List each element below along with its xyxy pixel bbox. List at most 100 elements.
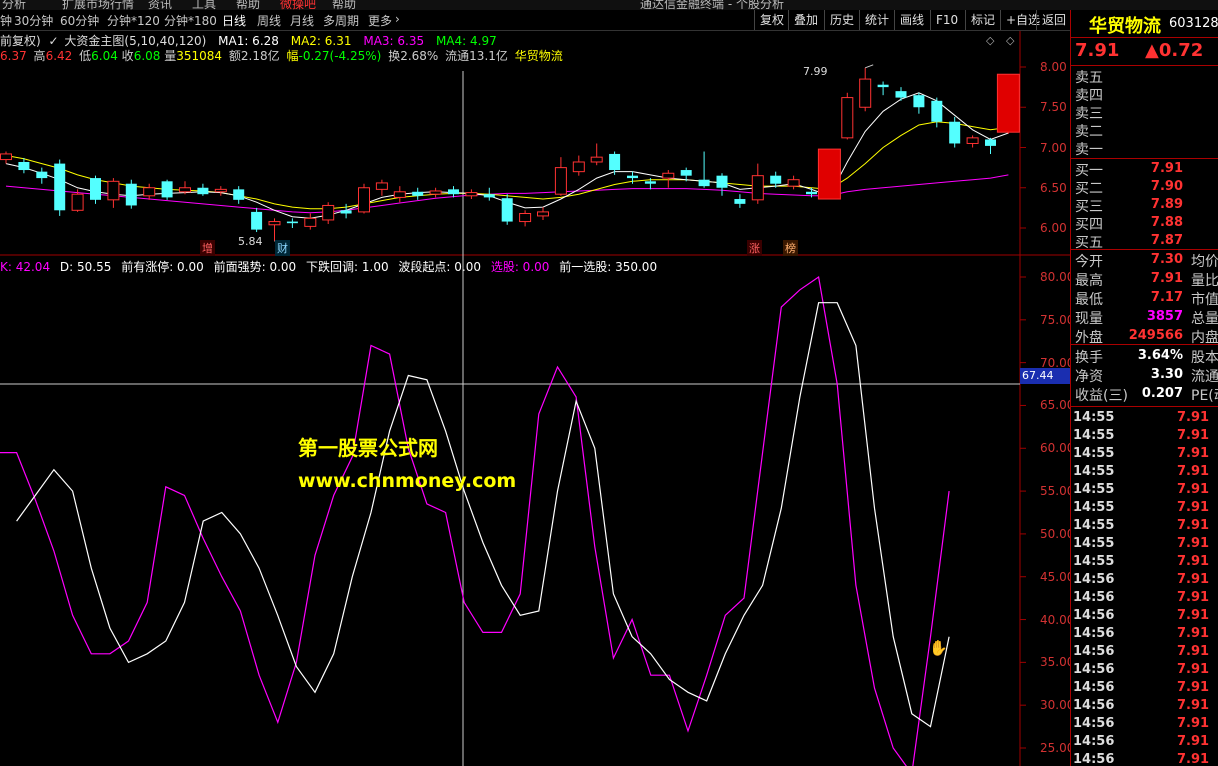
tick-price: 7.91 [1177,662,1210,677]
menu-item[interactable]: 帮助 [236,0,260,10]
tick-price: 7.91 [1177,752,1210,766]
tick-price: 7.91 [1177,698,1210,713]
candle-body-up [143,187,156,197]
tab-period-multi[interactable]: 多周期 [323,12,359,29]
candle-body-down [483,194,495,198]
stat-extra: 总量 [1191,311,1218,327]
buy-row: 买三 7.89 [1071,196,1218,215]
buy-price: 7.91 [1150,161,1183,176]
tab-period-more[interactable]: 更多 [368,12,392,29]
tick-time: 14:55 [1073,500,1115,515]
chart-area[interactable] [0,31,1070,766]
candle-body-down [251,211,263,230]
marker-finance[interactable]: 财 [275,240,290,256]
tick-row: 14:55 7.91 [1071,500,1218,518]
stat-row: 净资 3.30 流通 [1071,366,1218,385]
price-tick-label: 8.00 [1040,60,1067,74]
max-price-label: 7.99 [803,65,828,78]
tab-period-daily[interactable]: 日线 [222,12,246,29]
draw-line-button[interactable]: 画线 [894,10,929,30]
marker-rank[interactable]: 榜 [783,240,798,256]
tick-time: 14:56 [1073,716,1115,731]
buy-price: 7.90 [1150,179,1183,194]
candle-body-up [179,187,191,193]
tick-time: 14:55 [1073,410,1115,425]
candle-body-up [554,167,567,195]
history-button[interactable]: 历史 [824,10,859,30]
stat-value: 0.207 [1141,386,1183,401]
tab-period-30min[interactable]: 30分钟 [14,12,53,29]
stat-row: 最低 7.17 市值 [1071,289,1218,308]
candle-body-up [859,78,872,108]
candle-body-down [806,191,817,195]
d-line [16,302,950,728]
buy-label: 买三 [1075,199,1103,215]
candle-body-up [304,217,317,227]
price-tick-label: 7.50 [1040,100,1067,115]
tick-time: 14:56 [1073,734,1115,749]
hand-cursor-icon: ✋ [929,639,948,657]
candle-body-up [787,179,800,187]
buy-row: 买二 7.90 [1071,178,1218,197]
candle-body-up [358,187,370,213]
tab-period[interactable]: 钟 [0,12,12,29]
tick-price: 7.91 [1177,716,1210,731]
stock-header: 华贸物流 603128 [1071,12,1218,37]
tick-time: 14:56 [1073,644,1115,659]
candle-body-up [966,137,979,144]
marker-increase[interactable]: 增 [200,240,215,256]
marker-limit-up[interactable]: 涨 [747,240,762,256]
tick-price: 7.91 [1177,482,1210,497]
candle-body-down [233,189,245,200]
mark-button[interactable]: 标记 [965,10,1000,30]
menu-item[interactable]: 扩展市场行情 [62,0,134,10]
stat-row: 最高 7.91 量比 [1071,270,1218,289]
restore-button[interactable]: 复权 [754,10,789,30]
f10-button[interactable]: F10 [930,10,963,30]
buy-label: 买二 [1075,181,1103,197]
tab-period-weekly[interactable]: 周线 [257,12,281,29]
candle-body-down [770,175,782,184]
menu-item[interactable]: 分析 [2,0,26,10]
buy-label: 买四 [1075,217,1103,233]
tab-period-180min[interactable]: 分钟*180 [164,12,217,29]
tick-time: 14:55 [1073,464,1115,479]
menu-item[interactable]: 资讯 [148,0,172,10]
tick-row: 14:56 7.91 [1071,572,1218,590]
candle-body-down [448,189,459,195]
tick-price: 7.91 [1177,608,1210,623]
candle-body-down [161,181,173,198]
stat-label: 最高 [1075,273,1103,289]
menu-item[interactable]: 微操吧 [280,0,316,10]
tick-time: 14:55 [1073,446,1115,461]
tick-time: 14:56 [1073,572,1115,587]
buy-row: 买一 7.91 [1071,160,1218,179]
buy-row: 买五 7.87 [1071,232,1218,251]
candle-body-down [90,178,101,200]
tick-row: 14:55 7.91 [1071,410,1218,428]
back-button[interactable]: 返回 [1036,10,1071,30]
top-menu-bar: 分析 扩展市场行情 资讯 工具 帮助 微操吧 帮助 通达信金融终端 - 个股分析 [0,0,1218,10]
sell-row: 卖二 [1071,121,1218,140]
chevron-right-icon[interactable]: › [395,12,400,26]
stat-row: 现量 3857 总量 [1071,308,1218,327]
min-price-label: 5.84 [238,235,263,248]
tab-period-monthly[interactable]: 月线 [290,12,314,29]
stat-value: 3857 [1146,309,1183,324]
tick-price: 7.91 [1177,410,1210,425]
candle-body-up [590,156,603,163]
menu-item[interactable]: 帮助 [332,0,356,10]
tab-period-60min[interactable]: 60分钟 [60,12,99,29]
candle-body-down [913,95,925,108]
period-toolbar: 钟 30分钟 60分钟 分钟*120 分钟*180 日线 周线 月线 多周期 更… [0,10,1070,31]
overlay-button[interactable]: 叠加 [788,10,823,30]
statistics-button[interactable]: 统计 [859,10,894,30]
candle-body-down [125,183,137,206]
stat-label: 换手 [1075,350,1103,366]
tick-row: 14:55 7.91 [1071,428,1218,446]
tick-time: 14:55 [1073,482,1115,497]
tab-period-120min[interactable]: 分钟*120 [107,12,160,29]
menu-item[interactable]: 工具 [192,0,216,10]
candle-body-down [501,198,513,222]
tick-price: 7.91 [1177,536,1210,551]
